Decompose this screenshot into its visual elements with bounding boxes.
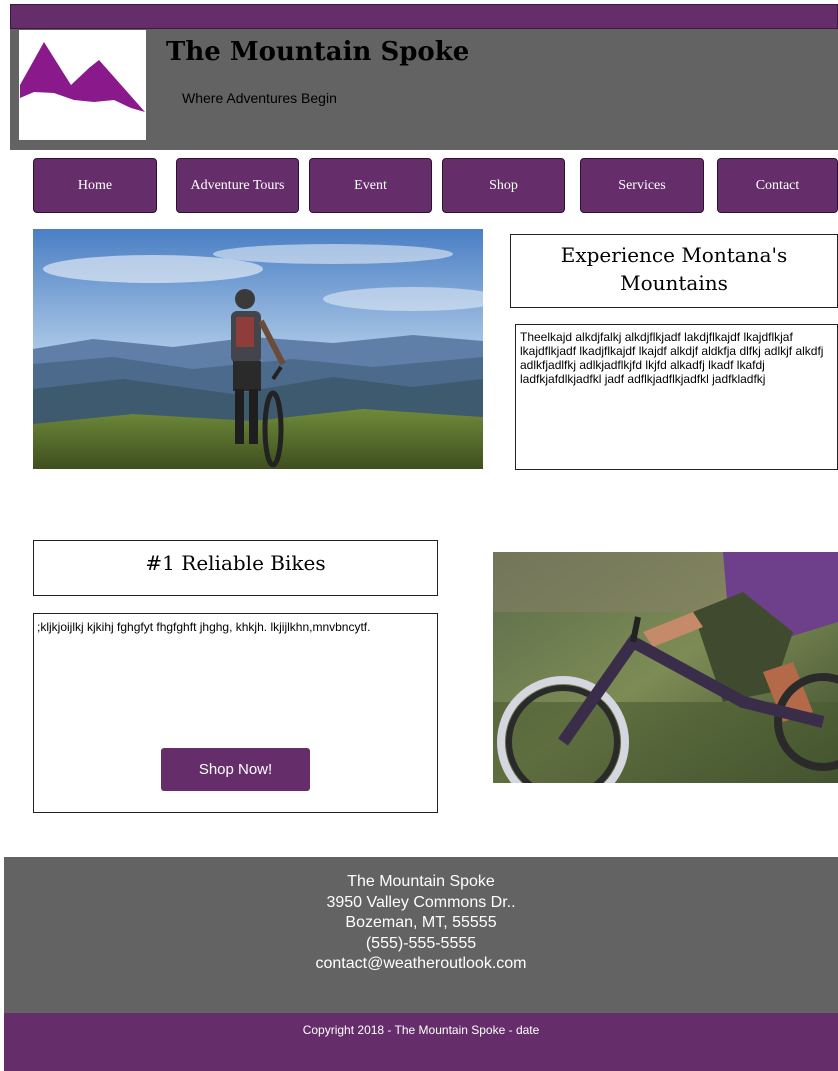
nav-home[interactable]: Home — [33, 158, 157, 213]
footer-contact-info: The Mountain Spoke 3950 Valley Commons D… — [4, 872, 838, 975]
bikes-heading-box: #1 Reliable Bikes — [33, 540, 438, 596]
nav-shop[interactable]: Shop — [442, 158, 565, 213]
experience-heading-box: Experience Montana's Mountains — [510, 234, 838, 308]
site-title: The Mountain Spoke — [166, 37, 470, 67]
nav-contact[interactable]: Contact — [717, 158, 838, 213]
mountain-logo-icon[interactable] — [19, 30, 146, 140]
top-bar — [10, 4, 838, 29]
bike-action-photo — [493, 552, 838, 783]
footer-street: 3950 Valley Commons Dr.. — [326, 893, 516, 911]
bikes-text: ;kljkjoijlkj kjkihj fghgfyt fhgfghft jhg… — [37, 620, 371, 634]
shop-now-button[interactable]: Shop Now! — [161, 748, 310, 791]
experience-text-box: Theelkajd alkdjfalkj alkdjflkjadf lakdjf… — [515, 324, 838, 470]
mountain-biker-photo — [33, 229, 483, 469]
nav-services[interactable]: Services — [580, 158, 704, 213]
bikes-heading: #1 Reliable Bikes — [145, 551, 326, 575]
experience-text: Theelkajd alkdjfalkj alkdjflkjadf lakdjf… — [520, 330, 824, 386]
footer-city: Bozeman, MT, 55555 — [345, 914, 497, 931]
copyright-bar: Copyright 2018 - The Mountain Spoke - da… — [4, 1013, 838, 1071]
footer-email[interactable]: contact@weatheroutlook.com — [4, 954, 838, 975]
nav-event[interactable]: Event — [309, 158, 432, 213]
experience-heading: Experience Montana's Mountains — [560, 243, 788, 295]
footer-phone: (555)-555-5555 — [365, 934, 477, 952]
nav-adventure-tours[interactable]: Adventure Tours — [176, 158, 299, 213]
footer: The Mountain Spoke 3950 Valley Commons D… — [4, 857, 838, 1013]
copyright-text: Copyright 2018 - The Mountain Spoke - da… — [302, 1023, 540, 1037]
footer-company-name: The Mountain Spoke — [347, 873, 495, 890]
tagline: Where Adventures Begin — [182, 90, 337, 106]
